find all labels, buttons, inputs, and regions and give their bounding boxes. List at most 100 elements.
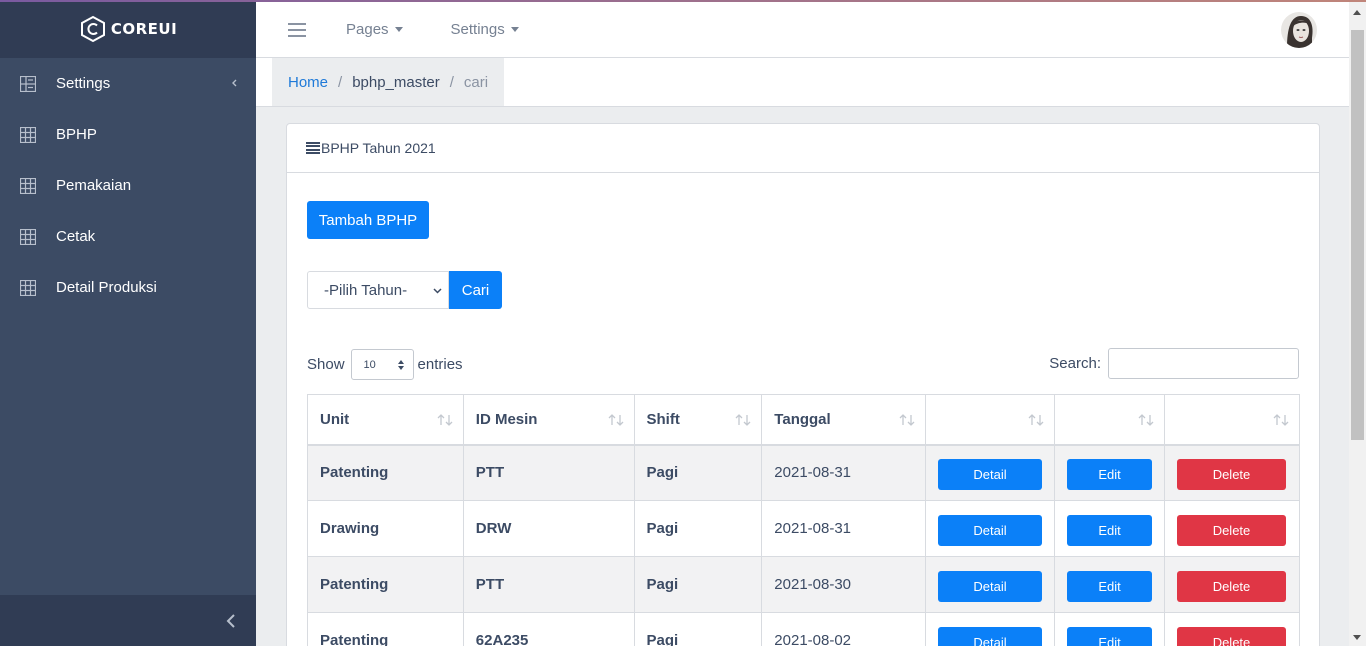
delete-button[interactable]: Delete	[1176, 627, 1286, 646]
breadcrumb-section[interactable]: bphp_master	[352, 74, 440, 91]
search-label: Search:	[1049, 355, 1101, 372]
table-search: Search:	[1049, 348, 1299, 379]
cell-id-mesin: PTT	[462, 444, 635, 501]
cell-id-mesin: DRW	[462, 500, 635, 557]
cell-shift: Pagi	[633, 444, 763, 501]
column-label: Tanggal	[774, 410, 831, 428]
add-bphp-button[interactable]: Tambah BPHP	[307, 201, 429, 239]
card-title: BPHP Tahun 2021	[321, 140, 436, 156]
pages-dropdown[interactable]: Pages	[346, 21, 403, 38]
column-header-shift[interactable]: Shift	[633, 394, 763, 446]
bphp-table: Unit ID Mesin Shift Tanggal Patenting PT…	[307, 394, 1301, 646]
breadcrumb: Home / bphp_master / cari	[272, 58, 505, 106]
delete-button[interactable]: Delete	[1176, 459, 1286, 491]
list-icon	[306, 142, 320, 154]
detail-button[interactable]: Detail	[938, 515, 1043, 546]
menu-toggle-icon[interactable]	[288, 22, 306, 37]
detail-button[interactable]: Detail	[938, 459, 1043, 491]
cell-tanggal: 2021-08-02	[761, 612, 927, 646]
avatar[interactable]	[1281, 12, 1317, 48]
year-select[interactable]: -Pilih Tahun-	[307, 271, 449, 309]
user-avatar-icon	[1281, 12, 1317, 48]
table-header-row: Unit ID Mesin Shift Tanggal	[307, 394, 1301, 446]
delete-button[interactable]: Delete	[1176, 515, 1286, 546]
column-label: ID Mesin	[475, 410, 538, 428]
cell-action: Edit	[1054, 612, 1165, 646]
detail-button[interactable]: Detail	[938, 571, 1043, 602]
show-label: Show	[307, 356, 345, 373]
search-input[interactable]	[1108, 348, 1299, 379]
page-length-select[interactable]: 10	[350, 349, 414, 380]
page-length-control: Show 10 entries	[307, 349, 463, 380]
column-header-unit[interactable]: Unit	[307, 394, 464, 446]
grid-icon	[20, 279, 36, 296]
cell-unit: Patenting	[307, 612, 464, 646]
sidebar-item-label: Pemakaian	[56, 177, 132, 194]
sidebar-item-detail-produksi[interactable]: Detail Produksi	[0, 262, 256, 313]
cell-unit: Patenting	[307, 556, 464, 613]
sidebar-item-cetak[interactable]: Cetak	[0, 211, 256, 262]
subheader: Home / bphp_master / cari	[256, 58, 1349, 107]
caret-down-icon	[510, 27, 519, 32]
edit-button[interactable]: Edit	[1067, 515, 1153, 546]
column-header-action-2[interactable]	[1054, 394, 1165, 446]
cell-action: Delete	[1163, 500, 1301, 557]
edit-button[interactable]: Edit	[1067, 571, 1153, 602]
edit-button[interactable]: Edit	[1067, 627, 1153, 646]
edit-button[interactable]: Edit	[1067, 459, 1153, 491]
sidebar-item-bphp[interactable]: BPHP	[0, 109, 256, 160]
table-row: Drawing DRW Pagi 2021-08-31 Detail Edit …	[307, 500, 1301, 557]
top-accent-line	[0, 0, 1366, 2]
cell-action: Edit	[1054, 556, 1165, 613]
cell-action: Edit	[1054, 500, 1165, 557]
table-row: Patenting PTT Pagi 2021-08-31 Detail Edi…	[307, 444, 1301, 501]
cell-unit: Patenting	[307, 444, 464, 501]
settings-dropdown-label: Settings	[450, 21, 505, 38]
cell-action: Detail	[925, 500, 1056, 557]
card-header: BPHP Tahun 2021	[287, 124, 1319, 173]
breadcrumb-current: cari	[463, 73, 489, 91]
breadcrumb-separator: /	[338, 73, 343, 91]
column-header-id-mesin[interactable]: ID Mesin	[462, 394, 635, 446]
entries-label: entries	[417, 356, 463, 373]
scroll-thumb[interactable]	[1351, 30, 1364, 440]
cell-id-mesin: PTT	[462, 556, 635, 613]
grid-icon	[20, 126, 36, 143]
cell-shift: Pagi	[633, 612, 763, 646]
sidebar-item-pemakaian[interactable]: Pemakaian	[0, 160, 256, 211]
sidebar-item-label: Settings	[56, 75, 111, 92]
sidebar-minimize-button[interactable]	[0, 595, 256, 646]
cell-shift: Pagi	[633, 500, 763, 557]
delete-button[interactable]: Delete	[1176, 571, 1286, 602]
caret-down-icon	[394, 27, 403, 32]
scroll-down-icon[interactable]	[1353, 635, 1361, 640]
header: Pages Settings	[256, 2, 1349, 58]
column-label: Shift	[646, 410, 680, 428]
column-header-action-3[interactable]	[1163, 394, 1301, 446]
search-year-button[interactable]: Cari	[449, 271, 502, 309]
year-select-value: -Pilih Tahun-	[324, 281, 408, 299]
cell-tanggal: 2021-08-31	[761, 444, 927, 501]
sort-icon	[735, 414, 751, 426]
detail-button[interactable]: Detail	[938, 627, 1043, 646]
breadcrumb-home-link[interactable]: Home	[288, 74, 328, 91]
cell-action: Delete	[1163, 612, 1301, 646]
pages-dropdown-label: Pages	[346, 21, 389, 38]
sidebar-item-settings[interactable]: Settings	[0, 58, 256, 109]
brand[interactable]: COREUI	[0, 0, 256, 58]
cell-unit: Drawing	[307, 500, 464, 557]
brand-name: COREUI	[110, 20, 178, 38]
settings-dropdown[interactable]: Settings	[451, 21, 519, 38]
chevron-down-icon	[433, 288, 442, 294]
scroll-up-icon[interactable]	[1353, 10, 1361, 15]
column-header-action-1[interactable]	[925, 394, 1056, 446]
page-scrollbar[interactable]	[1349, 2, 1366, 646]
chevron-left-icon	[232, 79, 237, 87]
column-label: Unit	[320, 410, 350, 428]
cell-tanggal: 2021-08-30	[761, 556, 927, 613]
sidebar-item-label: BPHP	[56, 126, 97, 143]
sidebar: COREUI Settings BPHP Pemakaian Cetak Det…	[0, 0, 256, 646]
cell-action: Edit	[1054, 444, 1165, 501]
sort-icon	[437, 414, 453, 426]
column-header-tanggal[interactable]: Tanggal	[761, 394, 927, 446]
